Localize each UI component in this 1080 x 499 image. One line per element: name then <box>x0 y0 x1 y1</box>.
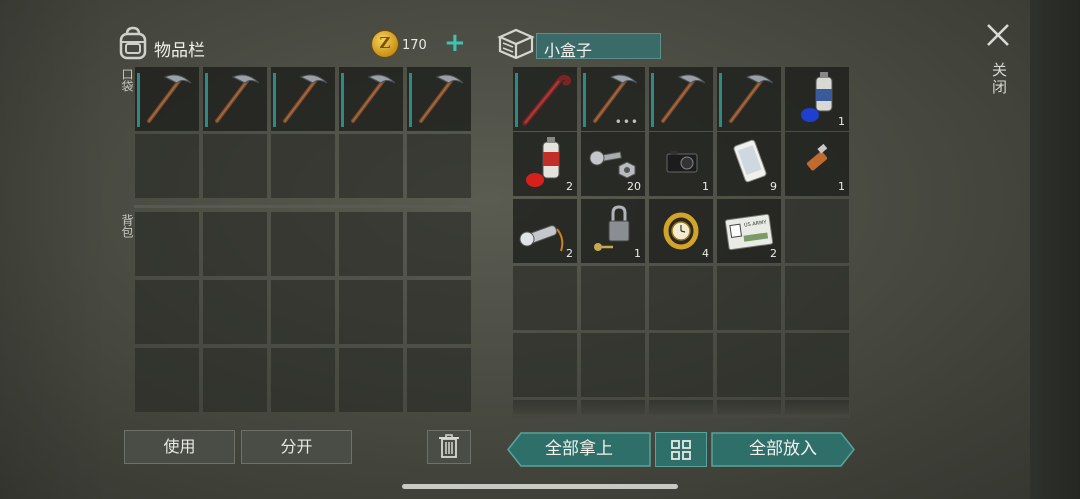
empty-slot[interactable] <box>339 212 403 276</box>
item-count: 9 <box>770 180 777 193</box>
pickaxe-icon <box>419 74 464 123</box>
close-icon[interactable] <box>985 22 1011 48</box>
coin-count: 170 <box>402 38 427 53</box>
pickaxe-icon <box>283 74 328 123</box>
item-slot[interactable]: US ARMY 2 <box>717 199 781 263</box>
item-slot[interactable]: 1 <box>785 67 849 131</box>
coin-icon: Z <box>372 31 398 57</box>
empty-slot[interactable] <box>135 348 199 412</box>
item-slot[interactable]: 2 <box>513 132 577 196</box>
pickaxe-icon <box>215 74 260 123</box>
pocket-label: 口袋 <box>120 68 134 92</box>
use-button[interactable]: 使用 <box>124 430 235 464</box>
item-slot[interactable]: 1 <box>581 199 645 263</box>
item-count: 20 <box>627 180 641 193</box>
item-slot[interactable] <box>135 67 199 131</box>
empty-slot[interactable] <box>407 280 471 344</box>
pickaxe-icon <box>661 74 706 123</box>
empty-slot[interactable] <box>203 212 267 276</box>
empty-slot[interactable] <box>271 280 335 344</box>
item-count: 4 <box>702 247 709 260</box>
item-count: 1 <box>838 115 845 128</box>
empty-slot[interactable] <box>407 134 471 198</box>
item-slot[interactable] <box>407 67 471 131</box>
item-count: 2 <box>566 180 573 193</box>
empty-slot[interactable] <box>339 280 403 344</box>
add-coins-button[interactable]: + <box>444 30 466 56</box>
empty-slot[interactable] <box>271 348 335 412</box>
empty-slot[interactable] <box>203 348 267 412</box>
empty-slot[interactable] <box>717 266 781 330</box>
empty-slot[interactable] <box>203 134 267 198</box>
empty-slot[interactable] <box>581 333 645 397</box>
item-slot[interactable]: 1 <box>649 132 713 196</box>
empty-slot[interactable] <box>407 348 471 412</box>
pickaxe-icon <box>351 74 396 123</box>
inventory-title: 物品栏 <box>154 41 205 61</box>
item-slot[interactable] <box>649 67 713 131</box>
crowbar-icon <box>522 74 572 126</box>
item-slot[interactable]: 2 <box>513 199 577 263</box>
item-slot[interactable]: 20 <box>581 132 645 196</box>
item-count: 1 <box>838 180 845 193</box>
home-indicator[interactable] <box>402 484 678 489</box>
empty-slot[interactable] <box>649 266 713 330</box>
empty-slot[interactable] <box>513 333 577 397</box>
empty-slot[interactable] <box>407 212 471 276</box>
sort-button[interactable] <box>655 432 707 467</box>
box-icon <box>497 28 535 59</box>
empty-slot[interactable] <box>203 280 267 344</box>
empty-slot[interactable] <box>271 212 335 276</box>
item-slot[interactable]: 4 <box>649 199 713 263</box>
item-slot[interactable] <box>717 67 781 131</box>
close-label[interactable]: 关闭 <box>989 62 1010 96</box>
put-all-label: 全部放入 <box>749 439 817 459</box>
take-all-label: 全部拿上 <box>545 439 613 459</box>
more-dots: ••• <box>614 115 639 129</box>
empty-slot[interactable] <box>135 212 199 276</box>
item-count: 2 <box>566 247 573 260</box>
backpack-icon <box>119 26 147 60</box>
empty-slot[interactable] <box>135 280 199 344</box>
empty-slot[interactable] <box>785 333 849 397</box>
grid-icon <box>671 440 691 460</box>
empty-slot[interactable] <box>339 134 403 198</box>
backpack-label: 背包 <box>120 214 134 238</box>
item-count: 1 <box>634 247 641 260</box>
empty-slot[interactable] <box>649 333 713 397</box>
pickaxe-icon <box>147 74 192 123</box>
empty-slot[interactable] <box>717 333 781 397</box>
split-button[interactable]: 分开 <box>241 430 352 464</box>
item-slot[interactable]: 1 <box>785 132 849 196</box>
empty-slot[interactable] <box>785 266 849 330</box>
trash-icon <box>439 434 459 458</box>
box-grid-fade <box>512 398 850 418</box>
right-edge-panel <box>1030 0 1080 499</box>
item-count: 1 <box>702 180 709 193</box>
trash-button[interactable] <box>427 430 471 464</box>
item-slot[interactable]: ••• <box>581 67 645 131</box>
left-shade <box>0 0 110 499</box>
coin-symbol: Z <box>379 34 391 52</box>
empty-slot[interactable] <box>271 134 335 198</box>
section-divider <box>134 205 471 208</box>
empty-slot[interactable] <box>785 199 849 263</box>
empty-slot[interactable] <box>513 266 577 330</box>
item-count: 2 <box>770 247 777 260</box>
item-slot[interactable] <box>203 67 267 131</box>
put-all-button[interactable]: 全部放入 <box>711 432 855 467</box>
empty-slot[interactable] <box>339 348 403 412</box>
take-all-button[interactable]: 全部拿上 <box>507 432 651 467</box>
box-name-field[interactable]: 小盒子 <box>536 33 661 60</box>
item-slot[interactable] <box>271 67 335 131</box>
empty-slot[interactable] <box>581 266 645 330</box>
item-slot[interactable]: 9 <box>717 132 781 196</box>
pickaxe-icon <box>729 74 774 123</box>
item-slot[interactable] <box>339 67 403 131</box>
empty-slot[interactable] <box>135 134 199 198</box>
item-slot[interactable] <box>513 67 577 131</box>
